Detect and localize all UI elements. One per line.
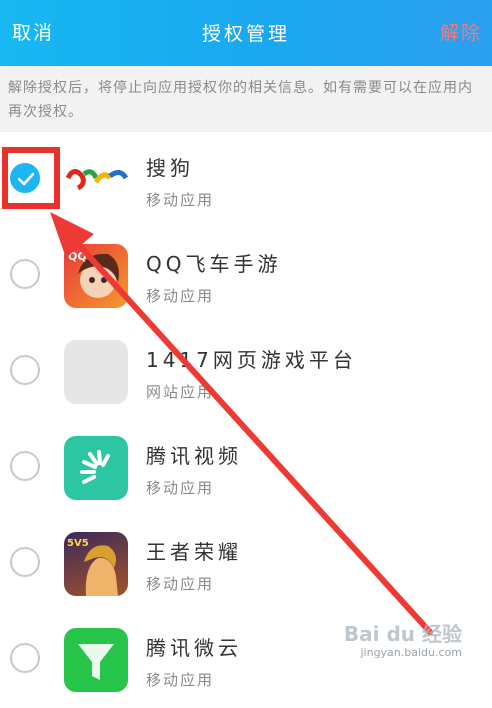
pointer-arrow-icon xyxy=(50,212,433,635)
watermark-logo: Bai du 经验 xyxy=(343,622,462,646)
watermark-url: jingyan.baidu.com xyxy=(360,646,462,659)
